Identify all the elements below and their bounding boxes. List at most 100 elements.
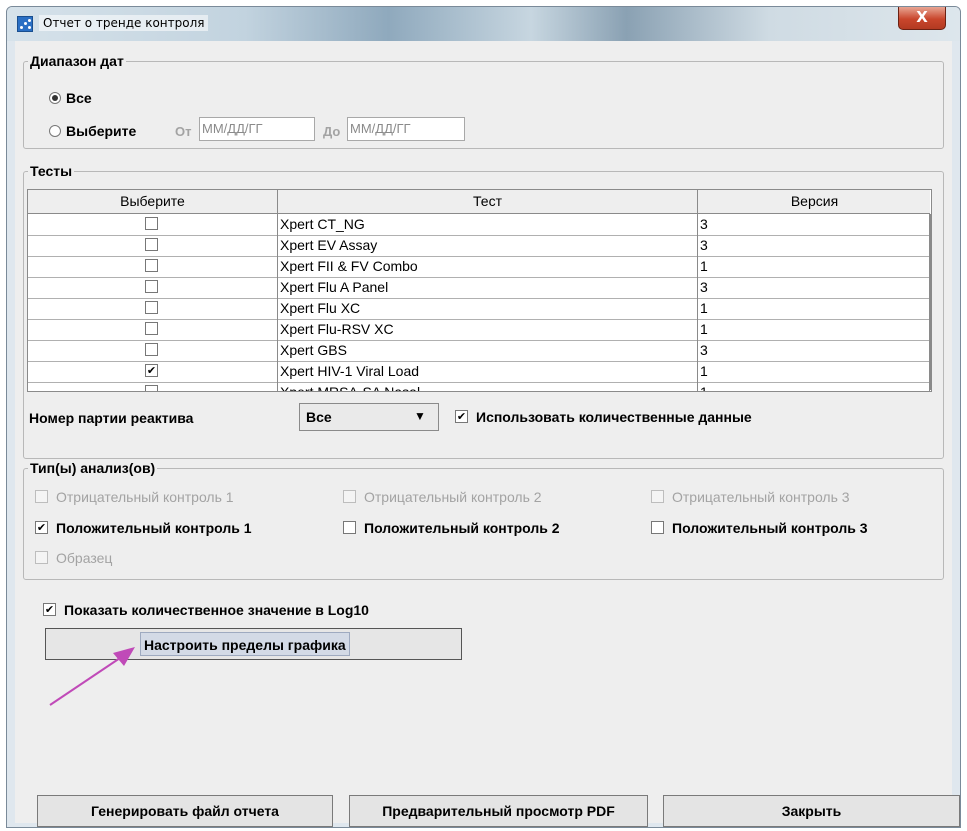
select-cell [28,214,278,235]
row-checkbox[interactable] [145,217,158,230]
select-cell [28,277,278,298]
positive-control-3-checkbox[interactable] [651,521,664,534]
analysis-types-legend: Тип(ы) анализ(ов) [28,460,158,476]
positive-control-1-checkbox[interactable]: ✔ [35,521,48,534]
control-trend-report-window: Отчет о тренде контроля X Диапазон дат В… [6,6,961,828]
table-row[interactable]: Xpert EV Assay 3 [28,235,930,257]
negative-control-1-label: Отрицательный контроль 1 [56,489,234,505]
close-button[interactable]: Закрыть [663,795,960,827]
select-cell [28,235,278,256]
date-range-legend: Диапазон дат [28,53,126,69]
test-name-cell: Xpert Flu-RSV XC [278,319,698,340]
pdf-preview-label: Предварительный просмотр PDF [382,803,615,819]
scroll-down-icon[interactable]: ▼ [931,370,932,386]
select-cell [28,319,278,340]
select-cell [28,382,278,391]
select-cell [28,298,278,319]
row-checkbox[interactable] [145,280,158,293]
table-row[interactable]: ✔ Xpert HIV-1 Viral Load 1 [28,361,930,383]
table-row[interactable]: Xpert MRSA-SA Nasal 1 [28,382,930,391]
row-checkbox[interactable] [145,238,158,251]
log10-checkbox[interactable]: ✔ [43,603,56,616]
generate-report-file-button[interactable]: Генерировать файл отчета [37,795,333,827]
tests-table-header: Выберите Тест Версия [28,190,930,214]
from-date-input[interactable]: ММ/ДД/ГГ [199,117,315,141]
tests-legend: Тесты [28,163,75,179]
to-label: До [323,124,341,139]
date-select-radio[interactable] [49,125,61,137]
close-window-button[interactable]: X [898,7,946,30]
table-row[interactable]: Xpert CT_NG 3 [28,214,930,236]
test-name-cell: Xpert MRSA-SA Nasal [278,382,698,391]
version-cell: 3 [698,214,930,235]
column-header-version[interactable]: Версия [698,190,931,213]
table-row[interactable]: Xpert FII & FV Combo 1 [28,256,930,278]
test-name-cell: Xpert CT_NG [278,214,698,235]
row-checkbox[interactable] [145,322,158,335]
configure-chart-limits-label: Настроить пределы графика [140,632,350,656]
tests-table-scrollbar[interactable]: ▲ ▼ [930,214,932,390]
title-bar[interactable]: Отчет о тренде контроля X [7,7,960,41]
negative-control-3-label: Отрицательный контроль 3 [672,489,850,505]
table-row[interactable]: Xpert Flu XC 1 [28,298,930,320]
test-name-cell: Xpert FII & FV Combo [278,256,698,277]
row-checkbox[interactable] [145,301,158,314]
row-checkbox[interactable]: ✔ [145,364,158,377]
positive-control-1-label: Положительный контроль 1 [56,520,252,536]
version-cell: 1 [698,298,930,319]
version-cell: 3 [698,340,930,361]
sample-label: Образец [56,550,113,566]
window-title: Отчет о тренде контроля [39,15,209,31]
positive-control-3-label: Положительный контроль 3 [672,520,868,536]
version-cell: 1 [698,256,930,277]
dialog-content: Диапазон дат Все Выберите От ММ/ДД/ГГ До… [15,41,960,827]
table-row[interactable]: Xpert Flu-RSV XC 1 [28,319,930,341]
positive-control-2-label: Положительный контроль 2 [364,520,560,536]
reagent-lot-select[interactable]: Все ▼ [299,403,439,431]
scroll-up-icon[interactable]: ▲ [931,216,932,232]
arrow-head [113,647,135,666]
use-quantitative-checkbox[interactable]: ✔ [455,410,468,423]
version-cell: 3 [698,235,930,256]
column-header-select[interactable]: Выберите [28,190,278,213]
test-name-cell: Xpert EV Assay [278,235,698,256]
date-all-label: Все [66,90,92,106]
to-date-input[interactable]: ММ/ДД/ГГ [347,117,465,141]
negative-control-2-checkbox [343,490,356,503]
annotation-arrow-icon [49,647,135,706]
tests-table: Выберите Тест Версия Xpert CT_NG 3 Xpert… [27,189,932,392]
test-name-cell: Xpert Flu A Panel [278,277,698,298]
date-range-group: Диапазон дат [23,53,944,149]
version-cell: 1 [698,382,930,391]
table-row[interactable]: Xpert Flu A Panel 3 [28,277,930,299]
version-cell: 3 [698,277,930,298]
test-name-cell: Xpert Flu XC [278,298,698,319]
chevron-down-icon: ▼ [414,409,426,423]
generate-report-file-label: Генерировать файл отчета [91,803,279,819]
use-quantitative-label: Использовать количественные данные [476,409,752,425]
table-row[interactable]: Xpert GBS 3 [28,340,930,362]
date-all-radio[interactable] [49,92,61,104]
arrow-shaft [49,655,124,706]
row-checkbox[interactable] [145,259,158,272]
date-select-label: Выберите [66,123,137,139]
row-checkbox[interactable] [145,385,158,391]
test-name-cell: Xpert HIV-1 Viral Load [278,361,698,382]
negative-control-1-checkbox [35,490,48,503]
sample-checkbox [35,551,48,564]
negative-control-2-label: Отрицательный контроль 2 [364,489,542,505]
version-cell: 1 [698,361,930,382]
row-checkbox[interactable] [145,343,158,356]
from-label: От [175,124,192,139]
positive-control-2-checkbox[interactable] [343,521,356,534]
version-cell: 1 [698,319,930,340]
negative-control-3-checkbox [651,490,664,503]
select-cell [28,256,278,277]
select-cell: ✔ [28,361,278,382]
column-header-test[interactable]: Тест [278,190,698,213]
app-icon [17,16,33,32]
test-name-cell: Xpert GBS [278,340,698,361]
reagent-lot-label: Номер партии реактива [29,410,194,426]
reagent-lot-value: Все [306,409,332,425]
pdf-preview-button[interactable]: Предварительный просмотр PDF [349,795,648,827]
